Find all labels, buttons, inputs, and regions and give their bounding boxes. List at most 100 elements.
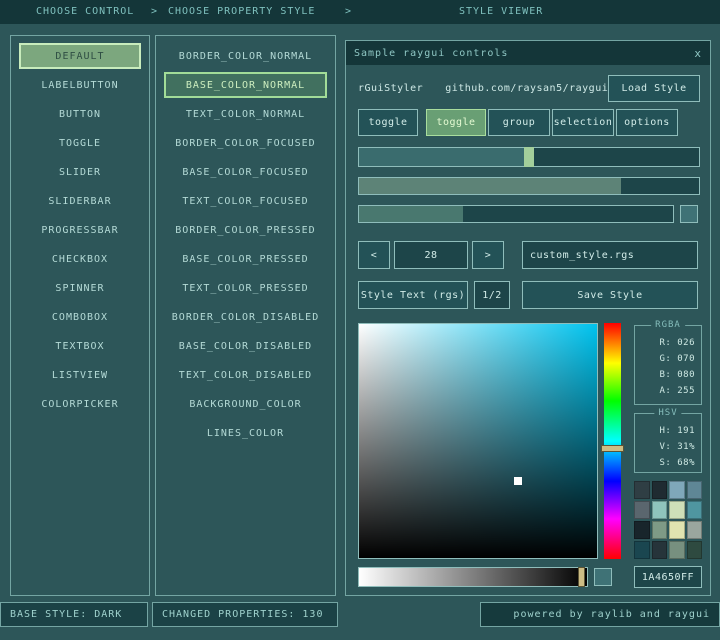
control-list-item[interactable]: SLIDERBAR	[19, 188, 141, 214]
load-style-button[interactable]: Load Style	[608, 75, 700, 102]
property-list-item[interactable]: BASE_COLOR_FOCUSED	[164, 159, 327, 185]
page-indicator[interactable]: 1/2	[474, 281, 510, 309]
alpha-slider-handle[interactable]	[578, 567, 585, 587]
toggle-group-item-selection[interactable]: selection	[552, 109, 614, 136]
color-swatch[interactable]	[652, 541, 668, 559]
control-list-item[interactable]: SPINNER	[19, 275, 141, 301]
toggle-group-item-group[interactable]: group	[488, 109, 550, 136]
hsv-hue-value: H: 191	[659, 425, 695, 438]
progress-bar	[358, 177, 700, 195]
progress-fill	[359, 178, 621, 194]
control-list-item[interactable]: LABELBUTTON	[19, 72, 141, 98]
color-swatch[interactable]	[652, 481, 668, 499]
color-picker-cursor[interactable]	[514, 477, 522, 485]
spinner-value[interactable]: 28	[394, 241, 468, 269]
property-list-item[interactable]: BORDER_COLOR_FOCUSED	[164, 130, 327, 156]
color-swatch[interactable]	[634, 521, 650, 539]
color-swatch[interactable]	[687, 521, 703, 539]
property-list-item[interactable]: BORDER_COLOR_DISABLED	[164, 304, 327, 330]
control-list-item[interactable]: COLORPICKER	[19, 391, 141, 417]
toggle-button[interactable]: toggle	[358, 109, 418, 136]
color-swatch[interactable]	[634, 501, 650, 519]
step-style-viewer[interactable]: STYLE VIEWER	[459, 0, 543, 24]
hsv-group: HSV H: 191 V: 31% S: 68%	[634, 413, 702, 473]
slider-bar[interactable]	[358, 205, 674, 223]
color-swatch[interactable]	[687, 541, 703, 559]
property-list-item[interactable]: BORDER_COLOR_PRESSED	[164, 217, 327, 243]
rgba-red-value: R: 026	[659, 337, 695, 350]
hue-slider[interactable]	[604, 323, 621, 559]
repo-link[interactable]: github.com/raysan5/raygui	[445, 83, 608, 94]
filename-input[interactable]: custom_style.rgs	[522, 241, 698, 269]
property-list-item[interactable]: LINES_COLOR	[164, 420, 327, 446]
slider-bar-fill	[359, 206, 463, 222]
slider[interactable]	[358, 147, 700, 167]
chevron-right-icon: >	[345, 0, 352, 24]
control-list-item[interactable]: BUTTON	[19, 101, 141, 127]
property-list-item[interactable]: BASE_COLOR_PRESSED	[164, 246, 327, 272]
save-style-button[interactable]: Save Style	[522, 281, 698, 309]
checkbox[interactable]	[680, 205, 698, 223]
slider-fill	[359, 148, 529, 166]
color-saturation-value-panel[interactable]	[358, 323, 598, 559]
rgba-blue-value: B: 080	[659, 369, 695, 382]
color-swatch[interactable]	[669, 481, 685, 499]
status-powered-by-label: powered by raylib and raygui	[513, 609, 710, 620]
color-swatch[interactable]	[669, 541, 685, 559]
property-list-item[interactable]: BACKGROUND_COLOR	[164, 391, 327, 417]
color-swatch[interactable]	[652, 501, 668, 519]
slider-handle[interactable]	[524, 147, 534, 167]
status-powered-by: powered by raylib and raygui	[480, 602, 720, 627]
control-list-item[interactable]: TEXTBOX	[19, 333, 141, 359]
style-viewer-window: Sample raygui controls x rGuiStyler gith…	[345, 40, 711, 596]
property-list-item[interactable]: BORDER_COLOR_NORMAL	[164, 43, 327, 69]
rgba-group: RGBA R: 026 G: 070 B: 080 A: 255	[634, 325, 702, 405]
status-base-style: BASE STYLE: DARK	[0, 602, 148, 627]
control-list-item[interactable]: TOGGLE	[19, 130, 141, 156]
color-preview-box[interactable]	[594, 568, 612, 586]
control-list-item[interactable]: DEFAULT	[19, 43, 141, 69]
rgba-group-title: RGBA	[651, 320, 685, 330]
hsv-group-title: HSV	[654, 408, 681, 418]
color-swatch[interactable]	[669, 501, 685, 519]
close-icon[interactable]: x	[694, 47, 702, 60]
color-swatch[interactable]	[669, 521, 685, 539]
brand-label: rGuiStyler	[358, 83, 423, 94]
color-swatch[interactable]	[652, 521, 668, 539]
toggle-group-item-options[interactable]: options	[616, 109, 678, 136]
status-changed-properties: CHANGED PROPERTIES: 130	[152, 602, 338, 627]
control-list-item[interactable]: LISTVIEW	[19, 362, 141, 388]
property-list-item[interactable]: TEXT_COLOR_FOCUSED	[164, 188, 327, 214]
color-swatch[interactable]	[634, 541, 650, 559]
control-list-item[interactable]: PROGRESSBAR	[19, 217, 141, 243]
top-breadcrumb-bar: CHOOSE CONTROL > CHOOSE PROPERTY STYLE >…	[0, 0, 720, 24]
toggle-button-active[interactable]: toggle	[426, 109, 486, 136]
control-list-item[interactable]: CHECKBOX	[19, 246, 141, 272]
control-list-item[interactable]: COMBOBOX	[19, 304, 141, 330]
rgba-green-value: G: 070	[659, 353, 695, 366]
step-choose-control[interactable]: CHOOSE CONTROL	[36, 0, 134, 24]
style-text-button[interactable]: Style Text (rgs)	[358, 281, 468, 309]
color-swatch[interactable]	[687, 501, 703, 519]
color-swatch[interactable]	[634, 481, 650, 499]
hex-color-input[interactable]: 1A4650FF	[634, 566, 702, 588]
color-swatch[interactable]	[687, 481, 703, 499]
step-choose-property-style[interactable]: CHOOSE PROPERTY STYLE	[168, 0, 315, 24]
property-list-item[interactable]: BASE_COLOR_NORMAL	[164, 72, 327, 98]
chevron-right-icon: >	[151, 0, 158, 24]
viewer-title: Sample raygui controls	[354, 48, 508, 59]
spinner-decrement-button[interactable]: <	[358, 241, 390, 269]
rgba-alpha-value: A: 255	[659, 385, 695, 398]
spinner-increment-button[interactable]: >	[472, 241, 504, 269]
hue-slider-handle[interactable]	[601, 445, 624, 452]
property-list-item[interactable]: BASE_COLOR_DISABLED	[164, 333, 327, 359]
status-base-style-label: BASE STYLE: DARK	[10, 609, 122, 620]
hsv-value-value: V: 31%	[659, 441, 695, 454]
alpha-slider[interactable]	[358, 567, 588, 587]
status-changed-properties-label: CHANGED PROPERTIES: 130	[162, 609, 323, 620]
property-list-item[interactable]: TEXT_COLOR_PRESSED	[164, 275, 327, 301]
property-list-item[interactable]: TEXT_COLOR_NORMAL	[164, 101, 327, 127]
property-list-item[interactable]: TEXT_COLOR_DISABLED	[164, 362, 327, 388]
control-list-item[interactable]: SLIDER	[19, 159, 141, 185]
toggle-row: toggle toggle group selection options	[358, 109, 700, 136]
